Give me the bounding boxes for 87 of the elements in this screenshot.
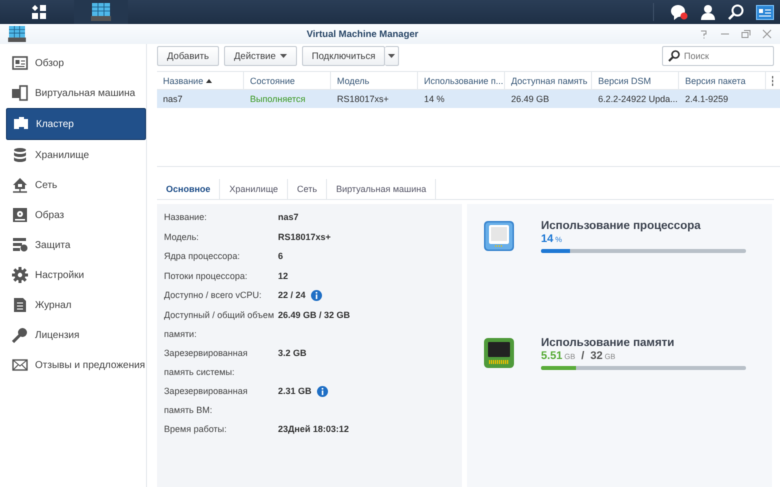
action-button[interactable]: Действие	[224, 46, 297, 66]
column-menu-icon[interactable]	[771, 76, 774, 86]
usage-title: Использование процессора	[541, 220, 702, 232]
tab[interactable]: Основное	[157, 179, 220, 199]
search-icon	[668, 50, 680, 62]
field-label: Модель:	[164, 230, 200, 244]
column-header[interactable]: Доступная память	[505, 72, 592, 89]
table-cell-text: RS18017xs+	[336, 93, 390, 106]
widget-icon[interactable]	[756, 4, 774, 20]
sidebar-item[interactable]: Кластер	[6, 108, 146, 140]
column-header[interactable]: Использование п...	[418, 72, 506, 89]
field-value: 23Дней 18:03:12	[278, 422, 349, 436]
search-icon[interactable]	[728, 4, 744, 20]
tab[interactable]: Виртуальная машина	[327, 179, 436, 199]
field-label: Потоки процессора:	[164, 270, 248, 283]
field-value: RS18017xs+	[278, 230, 331, 244]
field-value: 2.31 GB	[278, 384, 312, 398]
field-label: Зарезервированная память ВМ:	[164, 384, 249, 416]
cpu-chip-icon	[483, 220, 515, 252]
tab[interactable]: Сеть	[288, 179, 328, 199]
status-cell-text: Выполняется	[249, 93, 306, 106]
field-label: Зарезервированная память системы:	[164, 346, 249, 378]
column-header[interactable]: Версия DSM	[592, 72, 680, 89]
field-value: 6	[278, 250, 284, 263]
grid-icon	[31, 4, 47, 20]
field-label: Доступно / всего vCPU:	[164, 289, 263, 302]
field-value: 3.2 GB	[278, 346, 307, 360]
field-label: Время работы:	[164, 422, 228, 436]
field-value: 12	[278, 270, 288, 282]
sidebar-item[interactable]: Виртуальная машина	[6, 78, 146, 108]
field-value: 22 / 24	[278, 289, 306, 302]
add-button[interactable]: Добавить	[157, 46, 219, 66]
usage-value: 14	[541, 233, 554, 245]
sidebar-item[interactable]: Образ	[6, 200, 146, 230]
usage-title: Использование памяти	[541, 337, 676, 349]
sidebar-item[interactable]: Сеть	[6, 170, 146, 200]
table-cell-text: nas7	[162, 93, 184, 106]
window-title: Virtual Machine Manager	[306, 28, 420, 40]
column-header[interactable]: Версия пакета	[679, 72, 766, 89]
database-icon	[12, 147, 28, 163]
table-cell-text: 2.4.1-9259	[684, 93, 730, 106]
column-header[interactable]: Состояние	[244, 72, 332, 89]
sidebar-item[interactable]: Хранилище	[6, 140, 146, 170]
field-label: Доступный / общий объем памяти:	[164, 308, 276, 340]
dropdown-button[interactable]	[385, 46, 400, 66]
field-label: Ядра процессора:	[164, 250, 241, 263]
user-icon[interactable]	[700, 4, 716, 20]
app-icon	[8, 26, 26, 42]
gear-icon	[12, 267, 28, 283]
sidebar-item[interactable]: Журнал	[6, 290, 146, 320]
chat-notification-icon[interactable]	[670, 4, 688, 20]
info-icon[interactable]	[316, 386, 328, 396]
column-header[interactable]: Модель	[331, 72, 418, 89]
tab[interactable]: Хранилище	[220, 179, 288, 199]
memory-module-icon	[483, 337, 515, 369]
sidebar-item[interactable]: Обзор	[6, 48, 146, 78]
field-label: Название:	[164, 211, 208, 224]
column-header[interactable]: Название	[157, 72, 244, 89]
envelope-icon	[12, 357, 28, 373]
usage-total: 32	[590, 350, 603, 362]
house-network-icon	[12, 177, 28, 193]
search-field[interactable]: Поиск	[662, 46, 774, 66]
sidebar-item[interactable]: Настройки	[6, 260, 146, 290]
server-icon	[91, 3, 111, 21]
caret-icon	[388, 54, 396, 58]
field-value: 26.49 GB / 32 GB	[278, 308, 350, 322]
key-icon	[12, 327, 28, 343]
connect-button[interactable]: Подключиться	[302, 46, 386, 66]
field-value: nas7	[278, 211, 299, 224]
app-taskbar-button[interactable]	[74, 0, 128, 24]
restore-icon[interactable]	[741, 29, 751, 39]
sidebar-item[interactable]: Отзывы и предложения	[6, 350, 146, 380]
help-icon[interactable]	[699, 29, 709, 39]
sidebar-item[interactable]: Лицензия	[6, 320, 146, 350]
close-icon[interactable]	[762, 29, 772, 39]
table-cell-text: 14 %	[423, 93, 446, 106]
table-cell-text: 26.49 GB	[510, 93, 550, 106]
sidebar-item[interactable]: Защита	[6, 230, 146, 260]
id-card-icon	[12, 55, 28, 71]
document-icon	[12, 297, 28, 313]
separator: /	[581, 350, 584, 362]
info-icon[interactable]	[310, 290, 322, 301]
usage-value: 5.51	[541, 350, 562, 362]
table-row[interactable]: nas7 Выполняется RS18017xs+ 14 % 26.49 GB 6.2.2-24922 Upda... 2.4.1-9259	[157, 90, 780, 108]
disk-image-icon	[12, 207, 28, 223]
caret-icon	[280, 54, 287, 58]
table-cell-text: 6.2.2-24922 Upda...	[597, 93, 679, 106]
